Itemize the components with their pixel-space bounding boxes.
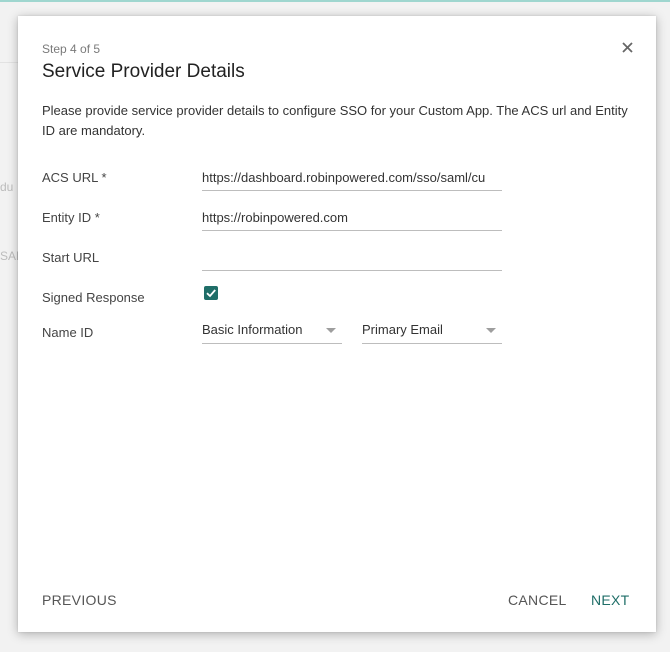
name-id-category-value: Basic Information — [202, 322, 303, 337]
signed-response-checkbox[interactable] — [204, 286, 218, 300]
name-id-attribute-select[interactable]: Primary Email — [362, 317, 502, 344]
background-divider — [0, 62, 18, 63]
chevron-down-icon — [326, 328, 336, 333]
checkmark-icon — [206, 289, 216, 298]
next-button[interactable]: NEXT — [591, 592, 630, 608]
dialog-title: Service Provider Details — [42, 61, 245, 82]
name-id-category-select[interactable]: Basic Information — [202, 317, 342, 344]
chevron-down-icon — [486, 328, 496, 333]
previous-button[interactable]: PREVIOUS — [42, 592, 117, 608]
name-id-attribute-value: Primary Email — [362, 322, 443, 337]
service-provider-dialog: Step 4 of 5 Service Provider Details Ple… — [18, 16, 656, 632]
acs-url-label: ACS URL * — [42, 170, 107, 185]
name-id-label: Name ID — [42, 325, 94, 340]
dialog-description: Please provide service provider details … — [42, 103, 628, 138]
start-url-field[interactable] — [202, 244, 502, 271]
step-indicator: Step 4 of 5 — [42, 42, 101, 56]
signed-response-label: Signed Response — [42, 290, 145, 305]
cancel-button[interactable]: CANCEL — [508, 592, 567, 608]
entity-id-field[interactable] — [202, 204, 502, 231]
background-top-accent-line — [0, 0, 670, 2]
entity-id-label: Entity ID * — [42, 210, 100, 225]
background-text-fragment: du — [0, 180, 14, 194]
acs-url-field[interactable] — [202, 164, 502, 191]
close-icon[interactable] — [618, 38, 638, 58]
start-url-label: Start URL — [42, 250, 100, 265]
